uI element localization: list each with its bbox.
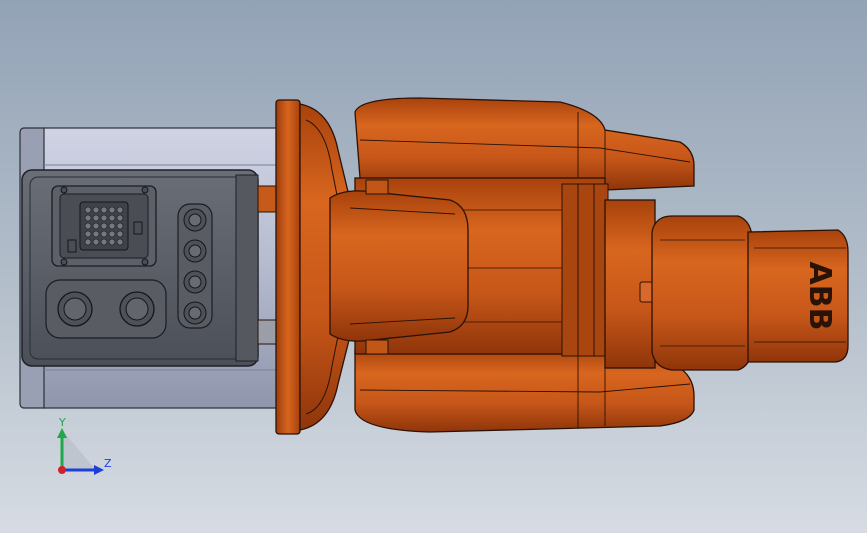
coordinate-triad: Y Z <box>57 416 112 475</box>
round-port-column[interactable] <box>177 203 213 329</box>
wrist-housing[interactable] <box>329 179 469 355</box>
abb-logo: ABB <box>802 262 837 331</box>
robot-model-view[interactable]: ABB Y Z <box>0 0 867 533</box>
y-axis-label: Y <box>58 416 66 429</box>
round-port-large[interactable] <box>45 279 167 339</box>
forearm[interactable] <box>604 199 753 371</box>
connector-plate[interactable] <box>21 169 277 367</box>
cad-3d-viewport[interactable]: ABB Y Z <box>0 0 867 533</box>
multi-pin-connector[interactable] <box>51 185 157 267</box>
z-axis-label: Z <box>104 457 112 470</box>
triad-plane <box>62 430 96 470</box>
upper-arm[interactable] <box>354 97 695 191</box>
x-axis-dot <box>58 466 66 474</box>
